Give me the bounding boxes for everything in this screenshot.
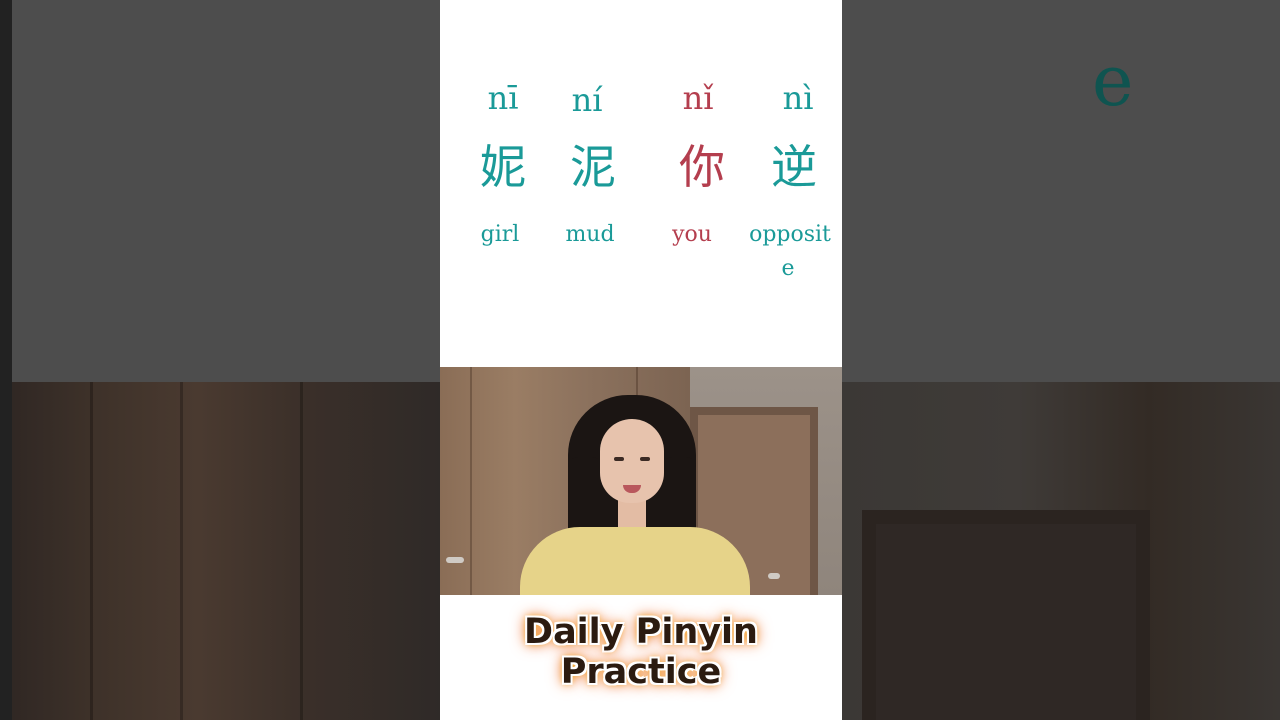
- meaning-opposite-line1: opposit: [749, 222, 831, 247]
- hanzi-you: 你: [679, 140, 725, 194]
- blurred-letter: e: [1092, 40, 1134, 122]
- right-blurred-doorframe: [862, 510, 1150, 720]
- meaning-girl: girl: [480, 222, 520, 247]
- caption-line-2: Practice: [560, 652, 722, 692]
- meaning-opposite-line2: e: [781, 256, 795, 281]
- door-groove: [470, 367, 472, 595]
- hanzi-opposite: 逆: [771, 140, 817, 194]
- pinyin-ni3: nǐ: [682, 79, 714, 117]
- left-blurred-card: [0, 0, 440, 382]
- video-caption: Daily Pinyin Practice: [440, 612, 842, 692]
- door-groove: [180, 382, 183, 720]
- meaning-mud: mud: [565, 222, 615, 247]
- door-groove: [90, 382, 93, 720]
- pinyin-ni4: nì: [782, 79, 814, 117]
- teacher-eye: [640, 457, 650, 461]
- pinyin-card: nī 妮 girl ní 泥 mud nǐ 你 you nì 逆 opposit…: [440, 0, 842, 367]
- pinyin-ni2: ní: [571, 81, 603, 119]
- meaning-you: you: [672, 222, 712, 247]
- left-edge-shadow: [0, 0, 12, 720]
- teacher-body: [520, 527, 750, 595]
- hanzi-girl: 妮: [480, 140, 526, 194]
- right-blurred-background: e: [842, 0, 1280, 720]
- left-blurred-door: [0, 382, 440, 720]
- pinyin-ni1: nī: [487, 79, 519, 117]
- door-groove: [300, 382, 303, 720]
- caption-line-1: Daily Pinyin: [524, 612, 758, 652]
- door-handle: [768, 573, 780, 579]
- video-frame: nī 妮 girl ní 泥 mud nǐ 你 you nì 逆 opposit…: [440, 0, 842, 720]
- teacher-eye: [614, 457, 624, 461]
- left-blurred-background: [0, 0, 440, 720]
- right-blurred-card: [842, 0, 1280, 382]
- hanzi-mud: 泥: [570, 140, 616, 194]
- teacher-video: [440, 367, 842, 595]
- door-handle: [446, 557, 464, 563]
